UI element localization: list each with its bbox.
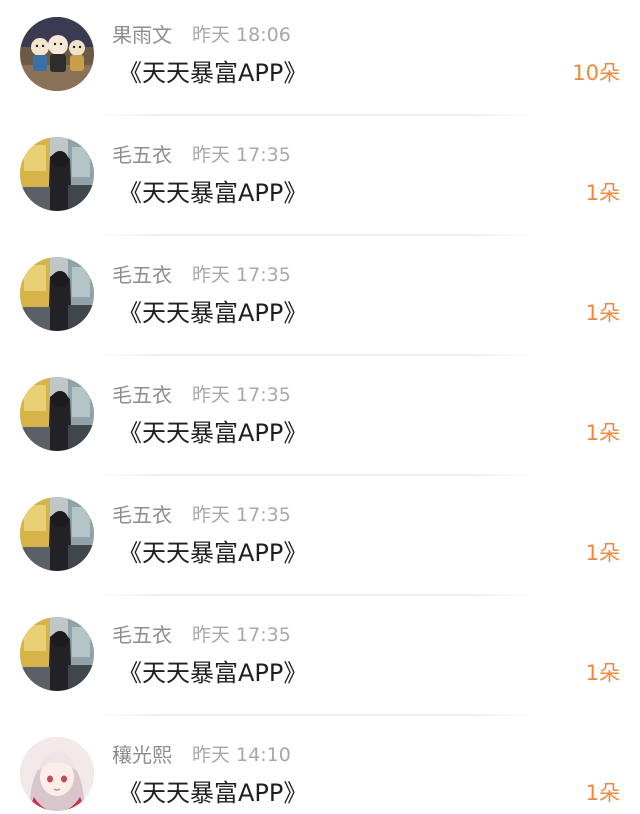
bus-window-avatar-icon bbox=[20, 497, 94, 571]
anime-girl-avatar-icon bbox=[20, 737, 94, 811]
gift-count: 1朵 bbox=[585, 421, 620, 445]
message-time: 昨天 17:35 bbox=[192, 504, 291, 526]
avatar[interactable] bbox=[20, 737, 94, 811]
avatar[interactable] bbox=[20, 137, 94, 211]
sender-name[interactable]: 毛五衣 bbox=[112, 261, 172, 289]
gift-count: 1朵 bbox=[585, 301, 620, 325]
list-item[interactable]: 穰光熙 昨天 14:10 《天天暴富APP》 1朵 bbox=[0, 720, 640, 814]
message-time: 昨天 17:35 bbox=[192, 384, 291, 406]
sender-name[interactable]: 果雨文 bbox=[112, 21, 172, 49]
list-item[interactable]: 毛五衣 昨天 17:35 《天天暴富APP》 1朵 bbox=[0, 480, 640, 600]
divider bbox=[98, 354, 532, 356]
gift-count: 1朵 bbox=[585, 661, 620, 685]
figurines-avatar-icon bbox=[20, 17, 94, 91]
list-item[interactable]: 毛五衣 昨天 17:35 《天天暴富APP》 1朵 bbox=[0, 120, 640, 240]
message-text: 《天天暴富APP》 bbox=[118, 419, 308, 447]
divider bbox=[98, 474, 532, 476]
gift-count: 1朵 bbox=[585, 541, 620, 565]
message-text: 《天天暴富APP》 bbox=[118, 299, 308, 327]
sender-name[interactable]: 穰光熙 bbox=[112, 741, 172, 769]
gift-count: 1朵 bbox=[585, 781, 620, 805]
message-text: 《天天暴富APP》 bbox=[118, 659, 308, 687]
gift-count: 10朵 bbox=[572, 61, 620, 85]
list-item[interactable]: 果雨文 昨天 18:06 《天天暴富APP》 10朵 bbox=[0, 0, 640, 120]
avatar[interactable] bbox=[20, 617, 94, 691]
gift-count: 1朵 bbox=[585, 181, 620, 205]
sender-name[interactable]: 毛五衣 bbox=[112, 501, 172, 529]
sender-name[interactable]: 毛五衣 bbox=[112, 141, 172, 169]
divider bbox=[98, 594, 532, 596]
message-time: 昨天 14:10 bbox=[192, 744, 291, 766]
bus-window-avatar-icon bbox=[20, 617, 94, 691]
message-time: 昨天 17:35 bbox=[192, 144, 291, 166]
bus-window-avatar-icon bbox=[20, 377, 94, 451]
list-item[interactable]: 毛五衣 昨天 17:35 《天天暴富APP》 1朵 bbox=[0, 600, 640, 720]
avatar[interactable] bbox=[20, 377, 94, 451]
list-item[interactable]: 毛五衣 昨天 17:35 《天天暴富APP》 1朵 bbox=[0, 360, 640, 480]
avatar[interactable] bbox=[20, 497, 94, 571]
avatar[interactable] bbox=[20, 257, 94, 331]
bus-window-avatar-icon bbox=[20, 257, 94, 331]
avatar[interactable] bbox=[20, 17, 94, 91]
sender-name[interactable]: 毛五衣 bbox=[112, 381, 172, 409]
message-text: 《天天暴富APP》 bbox=[118, 59, 308, 87]
message-list: 果雨文 昨天 18:06 《天天暴富APP》 10朵 毛五衣 昨天 17:35 … bbox=[0, 0, 640, 814]
message-text: 《天天暴富APP》 bbox=[118, 779, 308, 807]
divider bbox=[98, 714, 532, 716]
message-time: 昨天 17:35 bbox=[192, 264, 291, 286]
sender-name[interactable]: 毛五衣 bbox=[112, 621, 172, 649]
divider bbox=[98, 234, 532, 236]
divider bbox=[98, 114, 532, 116]
message-time: 昨天 17:35 bbox=[192, 624, 291, 646]
message-text: 《天天暴富APP》 bbox=[118, 539, 308, 567]
message-time: 昨天 18:06 bbox=[192, 24, 291, 46]
message-text: 《天天暴富APP》 bbox=[118, 179, 308, 207]
bus-window-avatar-icon bbox=[20, 137, 94, 211]
list-item[interactable]: 毛五衣 昨天 17:35 《天天暴富APP》 1朵 bbox=[0, 240, 640, 360]
